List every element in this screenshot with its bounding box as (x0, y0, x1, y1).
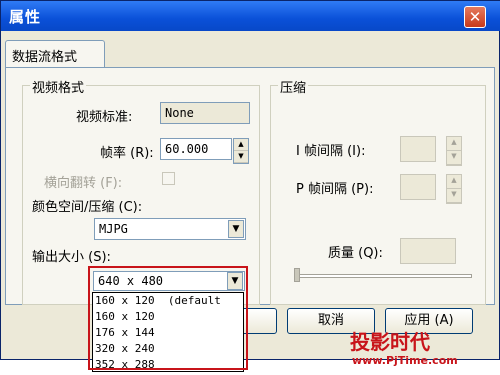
spin-down-icon[interactable]: ▼ (447, 189, 461, 203)
video-standard-label: 视频标准: (76, 110, 133, 125)
i-frame-input[interactable] (400, 136, 436, 162)
spin-down-icon[interactable]: ▼ (447, 151, 461, 165)
window-title: 属性 (9, 8, 42, 26)
close-button[interactable]: ✕ (464, 6, 486, 28)
output-size-label: 输出大小 (S): (32, 250, 111, 265)
color-space-select[interactable]: MJPG (94, 218, 246, 240)
compression-group-label: 压缩 (278, 77, 309, 96)
tab-panel: 视频格式 视频标准: None 帧率 (R): 60.000 ▲ ▼ 横向翻转 … (5, 67, 495, 305)
quality-input[interactable] (400, 238, 456, 264)
properties-dialog: 属性 ✕ 数据流格式 视频格式 视频标准: None 帧率 (R): 60.00… (0, 0, 500, 360)
color-space-label: 颜色空间/压缩 (C): (32, 200, 143, 215)
quality-label: 质量 (Q): (328, 246, 383, 261)
color-space-value: MJPG (99, 222, 128, 236)
video-standard-field: None (160, 102, 250, 124)
spin-down-icon[interactable]: ▼ (234, 151, 248, 163)
spin-up-icon[interactable]: ▲ (447, 175, 461, 189)
flip-checkbox[interactable] (162, 172, 175, 185)
frame-rate-spinner[interactable]: ▲ ▼ (233, 138, 249, 164)
quality-slider-thumb[interactable] (294, 268, 300, 282)
title-bar: 属性 ✕ (1, 1, 500, 31)
flip-label: 横向翻转 (F): (44, 176, 123, 191)
frame-rate-input[interactable]: 60.000 (160, 138, 232, 160)
i-frame-spinner[interactable]: ▲ ▼ (446, 136, 462, 166)
watermark-url: www.PjTime.com (352, 354, 458, 367)
p-frame-input[interactable] (400, 174, 436, 200)
spin-up-icon[interactable]: ▲ (447, 137, 461, 151)
video-format-group-label: 视频格式 (30, 77, 87, 96)
quality-slider[interactable] (294, 274, 472, 278)
tab-label: 数据流格式 (12, 50, 78, 65)
chevron-down-icon[interactable]: ▼ (228, 220, 244, 238)
i-frame-label: I 帧间隔 (I): (296, 144, 366, 159)
tab-stream-format[interactable]: 数据流格式 (5, 40, 105, 68)
highlight-box (88, 266, 248, 370)
watermark-title: 投影时代 (350, 330, 430, 354)
spin-up-icon[interactable]: ▲ (234, 139, 248, 151)
p-frame-label: P 帧间隔 (P): (296, 182, 374, 197)
p-frame-spinner[interactable]: ▲ ▼ (446, 174, 462, 204)
frame-rate-label: 帧率 (R): (100, 146, 154, 161)
